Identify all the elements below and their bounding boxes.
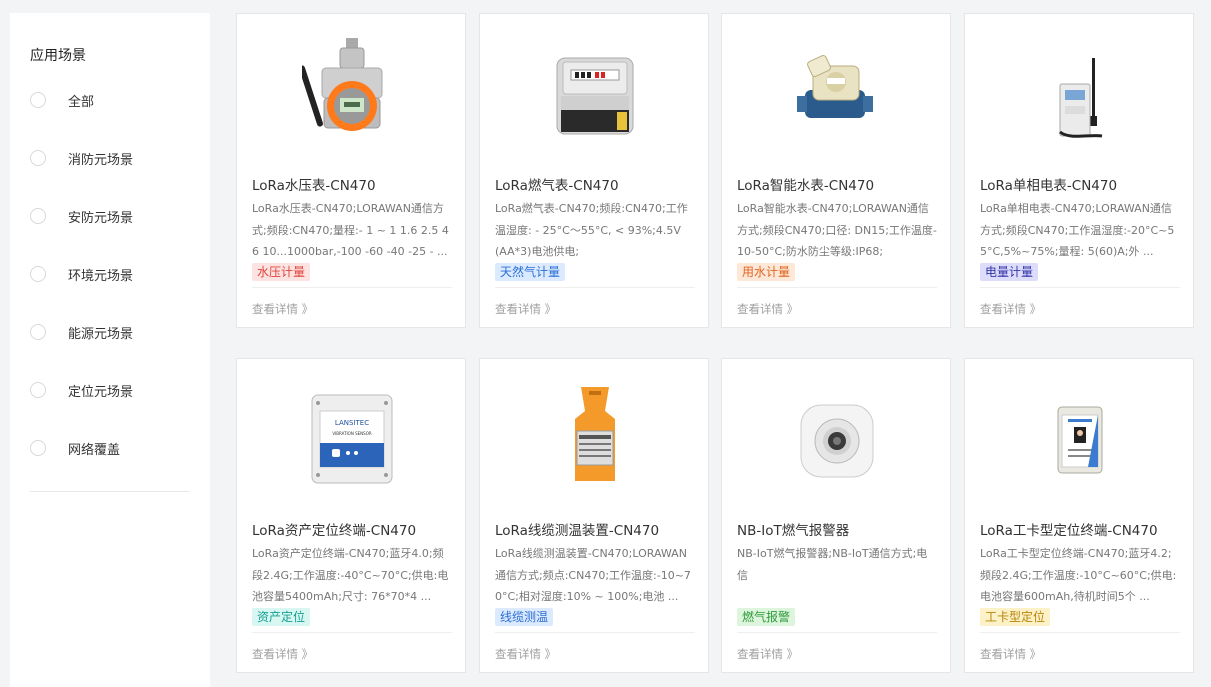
filter-security[interactable]: 安防元场景 — [30, 206, 200, 226]
card-divider — [980, 632, 1180, 633]
product-card[interactable]: LANSITEC VIBRATION SENSOR LoRa资产定位终端-CN4… — [236, 358, 466, 673]
brand-text: LANSITEC — [335, 419, 369, 427]
view-details-link[interactable]: 查看详情 》 — [737, 646, 798, 662]
filter-positioning[interactable]: 定位元场景 — [30, 380, 200, 400]
sidebar: 应用场景 全部 消防元场景 安防元场景 环境元场景 能源元场景 定位元场景 网络… — [10, 13, 210, 687]
card-divider — [495, 287, 695, 288]
product-desc: LoRa资产定位终端-CN470;蓝牙4.0;频段2.4G;工作温度:-40°C… — [252, 547, 449, 603]
card-divider — [737, 632, 937, 633]
category-tag: 天然气计量 — [495, 263, 566, 281]
product-card[interactable]: LoRa水压表-CN470 LoRa水压表-CN470;LORAWAN通信方式;… — [236, 13, 466, 328]
product-desc: LoRa燃气表-CN470;频段:CN470;工作温湿度: - 25°C～55°… — [495, 202, 688, 258]
view-details-link[interactable]: 查看详情 》 — [495, 301, 556, 317]
product-desc: LoRa智能水表-CN470;LORAWAN通信方式;频段CN470;口径: D… — [737, 202, 937, 258]
product-card[interactable]: LoRa智能水表-CN470 LoRa智能水表-CN470;LORAWAN通信方… — [721, 13, 951, 328]
category-tag: 燃气报警 — [737, 608, 796, 626]
sidebar-divider — [30, 491, 190, 492]
filter-network[interactable]: 网络覆盖 — [30, 438, 200, 458]
view-details-link[interactable]: 查看详情 》 — [252, 646, 313, 662]
view-details-link[interactable]: 查看详情 》 — [495, 646, 556, 662]
view-details-link[interactable]: 查看详情 》 — [737, 301, 798, 317]
electric-meter-image — [1059, 58, 1103, 138]
product-title[interactable]: LoRa水压表-CN470 — [252, 174, 376, 194]
radio-icon[interactable] — [30, 440, 46, 456]
product-title[interactable]: NB-IoT燃气报警器 — [737, 519, 849, 539]
filter-environment[interactable]: 环境元场景 — [30, 264, 200, 284]
product-card[interactable]: NB-IoT燃气报警器 NB-IoT燃气报警器;NB-IoT通信方式;电信 燃气… — [721, 358, 951, 673]
sensor-label-text: VIBRATION SENSOR — [332, 431, 371, 436]
card-divider — [252, 287, 452, 288]
product-title[interactable]: LoRa燃气表-CN470 — [495, 174, 619, 194]
product-title[interactable]: LoRa单相电表-CN470 — [980, 174, 1117, 194]
filter-energy[interactable]: 能源元场景 — [30, 322, 200, 342]
category-tag: 用水计量 — [737, 263, 796, 281]
product-desc: LoRa水压表-CN470;LORAWAN通信方式;频段:CN470;量程:- … — [252, 202, 449, 258]
product-desc: LoRa线缆测温装置-CN470;LORAWAN通信方式;频点:CN470;工作… — [495, 547, 691, 603]
filter-fire[interactable]: 消防元场景 — [30, 148, 200, 168]
water-meter-image — [797, 55, 873, 118]
cable-sensor-image — [575, 387, 615, 481]
product-card[interactable]: LoRa线缆测温装置-CN470 LoRa线缆测温装置-CN470;LORAWA… — [479, 358, 709, 673]
category-tag: 线缆测温 — [495, 608, 554, 626]
filter-label: 消防元场景 — [68, 153, 134, 168]
filter-label: 全部 — [68, 95, 95, 110]
filter-label: 定位元场景 — [68, 385, 134, 400]
category-tag: 水压计量 — [252, 263, 311, 281]
product-title[interactable]: LoRa线缆测温装置-CN470 — [495, 519, 659, 539]
filter-label: 环境元场景 — [68, 269, 134, 284]
badge-locator-image — [1057, 406, 1103, 474]
product-title[interactable]: LoRa工卡型定位终端-CN470 — [980, 519, 1158, 539]
gas-alarm-image — [800, 404, 874, 478]
card-divider — [980, 287, 1180, 288]
pressure-gauge-image — [302, 38, 383, 131]
radio-icon[interactable] — [30, 324, 46, 340]
product-desc: NB-IoT燃气报警器;NB-IoT通信方式;电信 — [737, 547, 928, 582]
product-card[interactable]: LoRa工卡型定位终端-CN470 LoRa工卡型定位终端-CN470;蓝牙4.… — [964, 358, 1194, 673]
filter-label: 网络覆盖 — [68, 443, 121, 458]
asset-tracker-image: LANSITEC VIBRATION SENSOR — [311, 394, 393, 484]
filter-label: 能源元场景 — [68, 327, 134, 342]
view-details-link[interactable]: 查看详情 》 — [980, 301, 1041, 317]
filter-label: 安防元场景 — [68, 211, 134, 226]
product-title[interactable]: LoRa智能水表-CN470 — [737, 174, 874, 194]
radio-icon[interactable] — [30, 150, 46, 166]
view-details-link[interactable]: 查看详情 》 — [252, 301, 313, 317]
category-tag: 工卡型定位 — [980, 608, 1051, 626]
gas-meter-image — [556, 57, 634, 135]
radio-icon[interactable] — [30, 208, 46, 224]
filter-all[interactable]: 全部 — [30, 90, 200, 110]
product-card[interactable]: LoRa单相电表-CN470 LoRa单相电表-CN470;LORAWAN通信方… — [964, 13, 1194, 328]
product-title[interactable]: LoRa资产定位终端-CN470 — [252, 519, 416, 539]
radio-icon[interactable] — [30, 92, 46, 108]
card-divider — [737, 287, 937, 288]
product-desc: LoRa工卡型定位终端-CN470;蓝牙4.2;频段2.4G;工作温度:-10°… — [980, 547, 1177, 603]
view-details-link[interactable]: 查看详情 》 — [980, 646, 1041, 662]
radio-icon[interactable] — [30, 382, 46, 398]
category-tag: 电量计量 — [980, 263, 1039, 281]
radio-icon[interactable] — [30, 266, 46, 282]
product-card[interactable]: LoRa燃气表-CN470 LoRa燃气表-CN470;频段:CN470;工作温… — [479, 13, 709, 328]
product-desc: LoRa单相电表-CN470;LORAWAN通信方式;频段CN470;工作温湿度… — [980, 202, 1175, 258]
card-divider — [495, 632, 695, 633]
card-divider — [252, 632, 452, 633]
sidebar-title: 应用场景 — [30, 48, 86, 64]
category-tag: 资产定位 — [252, 608, 311, 626]
